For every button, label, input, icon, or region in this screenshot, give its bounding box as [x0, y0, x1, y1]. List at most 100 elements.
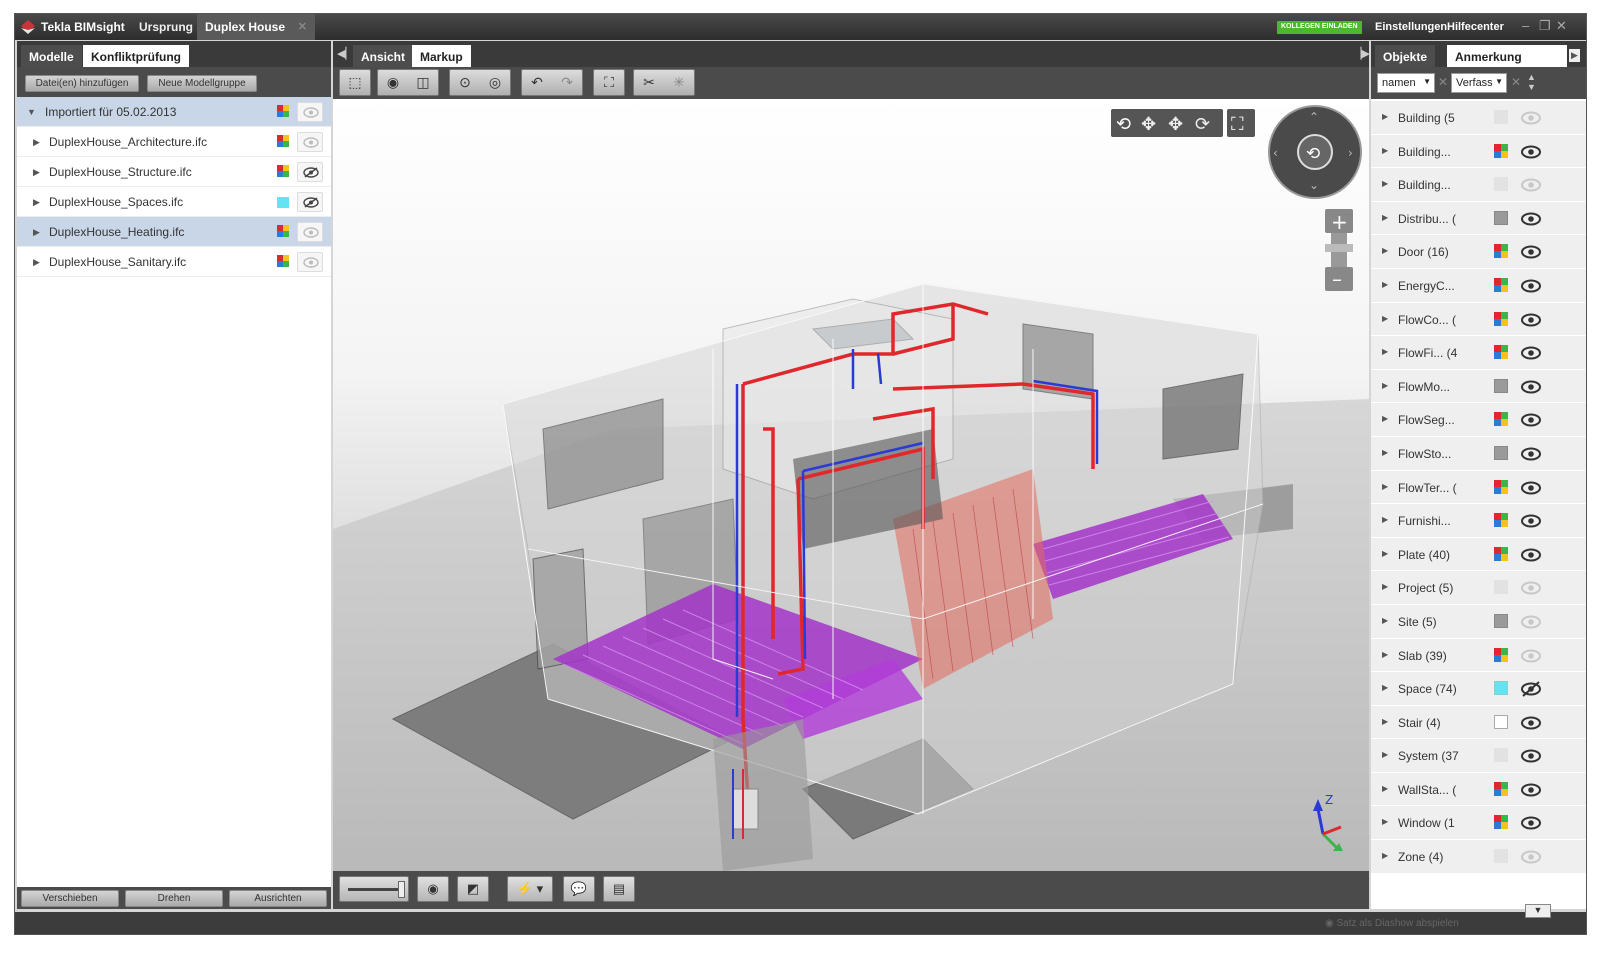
invite-colleagues-button[interactable]: KOLLEGEN EINLADEN [1277, 21, 1362, 34]
color-swatch-icon[interactable] [1494, 714, 1508, 729]
visibility-eye-icon[interactable] [1519, 848, 1543, 866]
redo-icon[interactable]: ↷ [552, 70, 582, 95]
expand-icon[interactable]: ▶ [33, 227, 40, 238]
object-row[interactable]: ▶ FlowSeg... [1371, 403, 1586, 437]
model-group-row[interactable]: ▼ Importiert für 05.02.2013 [17, 97, 331, 127]
expand-icon[interactable]: ▶ [1382, 515, 1388, 524]
expand-icon[interactable]: ▶ [1382, 784, 1388, 793]
color-swatch-icon[interactable] [1494, 445, 1508, 460]
object-row[interactable]: ▶ Door (16) [1371, 235, 1586, 269]
model-row[interactable]: ▶ DuplexHouse_Architecture.ifc [17, 127, 331, 157]
window-close-icon[interactable]: ✕ [1556, 18, 1567, 34]
color-swatch-icon[interactable] [1494, 748, 1508, 763]
color-palette-icon[interactable] [1494, 345, 1508, 360]
expand-icon[interactable]: ▶ [33, 137, 40, 148]
visibility-eye-icon[interactable] [1519, 445, 1543, 463]
help-center-link[interactable]: Hilfecenter [1447, 21, 1504, 33]
slider-thumb[interactable] [398, 881, 405, 898]
color-swatch-icon[interactable] [277, 195, 289, 208]
model-row[interactable]: ▶ DuplexHouse_Heating.ifc [17, 217, 331, 247]
model-row[interactable]: ▶ DuplexHouse_Spaces.ifc [17, 187, 331, 217]
expand-icon[interactable]: ▶ [1382, 246, 1388, 255]
color-palette-icon[interactable] [1494, 513, 1508, 528]
document-button[interactable]: ▤ [603, 876, 635, 902]
visibility-eye-icon[interactable] [1519, 176, 1543, 194]
object-row[interactable]: ▶ Space (74) [1371, 672, 1586, 706]
expand-icon[interactable]: ▶ [1382, 179, 1388, 188]
expand-statusbar-icon[interactable]: ▼ [1525, 904, 1551, 918]
transparency-slider[interactable] [339, 876, 409, 902]
name-filter-select[interactable]: namen ▼ [1377, 73, 1435, 93]
expand-icon[interactable]: ▶ [1382, 146, 1388, 155]
object-row[interactable]: ▶ Building... [1371, 168, 1586, 202]
color-swatch-icon[interactable] [1494, 613, 1508, 628]
tab-clash-detection[interactable]: Konfliktprüfung [83, 45, 189, 67]
expand-icon[interactable]: ▶ [1382, 750, 1388, 759]
color-swatch-icon[interactable] [1494, 110, 1508, 124]
visibility-eye-icon[interactable] [1519, 680, 1543, 698]
show-icon[interactable]: ◉ [378, 70, 408, 95]
object-row[interactable]: ▶ EnergyC... [1371, 268, 1586, 303]
move-button[interactable]: Verschieben [21, 890, 119, 907]
color-palette-icon[interactable] [277, 135, 289, 148]
expand-icon[interactable]: ▶ [1382, 347, 1388, 356]
minimize-icon[interactable]: – [1522, 18, 1529, 33]
visibility-eye-icon[interactable] [1519, 512, 1543, 530]
object-row[interactable]: ▶ Distribu... ( [1371, 201, 1586, 236]
collapse-right-icon[interactable]: ▕▶ [1353, 47, 1370, 60]
expand-icon[interactable]: ▶ [1382, 851, 1388, 860]
visibility-eye-icon[interactable] [1519, 109, 1543, 127]
expand-tabs-icon[interactable]: ▶ [1569, 49, 1580, 62]
visibility-eye-icon[interactable] [1519, 579, 1543, 597]
color-palette-icon[interactable] [277, 165, 289, 178]
expand-icon[interactable]: ▶ [1382, 280, 1388, 289]
object-row[interactable]: ▶ FlowCo... ( [1371, 302, 1586, 337]
clear-filter-icon[interactable]: ✕ [1438, 75, 1448, 89]
object-row[interactable]: ▶ Building... [1371, 134, 1586, 169]
color-palette-icon[interactable] [277, 255, 289, 268]
expand-icon[interactable]: ▶ [1382, 381, 1388, 390]
align-button[interactable]: Ausrichten [229, 890, 327, 907]
breadcrumb-origin[interactable]: Ursprung [139, 20, 193, 34]
visibility-eye-icon[interactable] [297, 102, 323, 122]
visibility-eye-icon[interactable] [1519, 311, 1543, 329]
expand-icon[interactable]: ▶ [1382, 414, 1388, 423]
sort-icon[interactable]: ▲ ▼ [1527, 72, 1536, 92]
color-swatch-icon[interactable] [1494, 580, 1508, 595]
expand-icon[interactable]: ▶ [1382, 616, 1388, 625]
visibility-eye-icon[interactable] [1519, 714, 1543, 732]
collapse-icon[interactable]: ▼ [27, 107, 36, 117]
expand-icon[interactable]: ▶ [1382, 717, 1388, 726]
visibility-eye-icon[interactable] [1519, 411, 1543, 429]
expand-icon[interactable]: ▶ [33, 167, 40, 178]
expand-icon[interactable]: ▶ [1382, 482, 1388, 491]
model-row[interactable]: ▶ DuplexHouse_Sanitary.ifc [17, 247, 331, 277]
object-row[interactable]: ▶ Furnishi... [1371, 504, 1586, 538]
visibility-eye-icon[interactable] [1519, 479, 1543, 497]
tab-view[interactable]: Ansicht [353, 45, 414, 67]
color-palette-icon[interactable] [1494, 479, 1508, 494]
visibility-eye-icon[interactable] [297, 222, 323, 242]
hide-icon[interactable]: ◫ [408, 70, 438, 95]
visibility-eye-icon[interactable] [1519, 143, 1543, 161]
expand-icon[interactable]: ▶ [1382, 314, 1388, 323]
object-row[interactable]: ▶ Slab (39) [1371, 638, 1586, 673]
color-palette-icon[interactable] [1494, 277, 1508, 292]
tab-models[interactable]: Modelle [21, 45, 82, 67]
expand-icon[interactable]: ▶ [1382, 549, 1388, 558]
clear-author-filter-icon[interactable]: ✕ [1511, 75, 1521, 89]
color-palette-icon[interactable] [1494, 647, 1508, 662]
comment-button[interactable]: 💬 [563, 876, 595, 902]
color-palette-icon[interactable] [1494, 815, 1508, 830]
maximize-icon[interactable]: ❐ [1539, 18, 1551, 34]
object-row[interactable]: ▶ Site (5) [1371, 604, 1586, 639]
object-row[interactable]: ▶ FlowMo... [1371, 369, 1586, 404]
tab-objects[interactable]: Objekte [1375, 45, 1436, 67]
settings-link[interactable]: Einstellungen [1375, 21, 1447, 33]
color-palette-icon[interactable] [1494, 311, 1508, 326]
tab-markup[interactable]: Markup [412, 45, 471, 67]
object-row[interactable]: ▶ Plate (40) [1371, 537, 1586, 572]
quick-actions-dropdown[interactable]: ⚡ ▾ [507, 876, 553, 902]
collapse-left-icon[interactable]: ◀▏ [337, 47, 354, 60]
visibility-eye-icon[interactable] [297, 132, 323, 152]
